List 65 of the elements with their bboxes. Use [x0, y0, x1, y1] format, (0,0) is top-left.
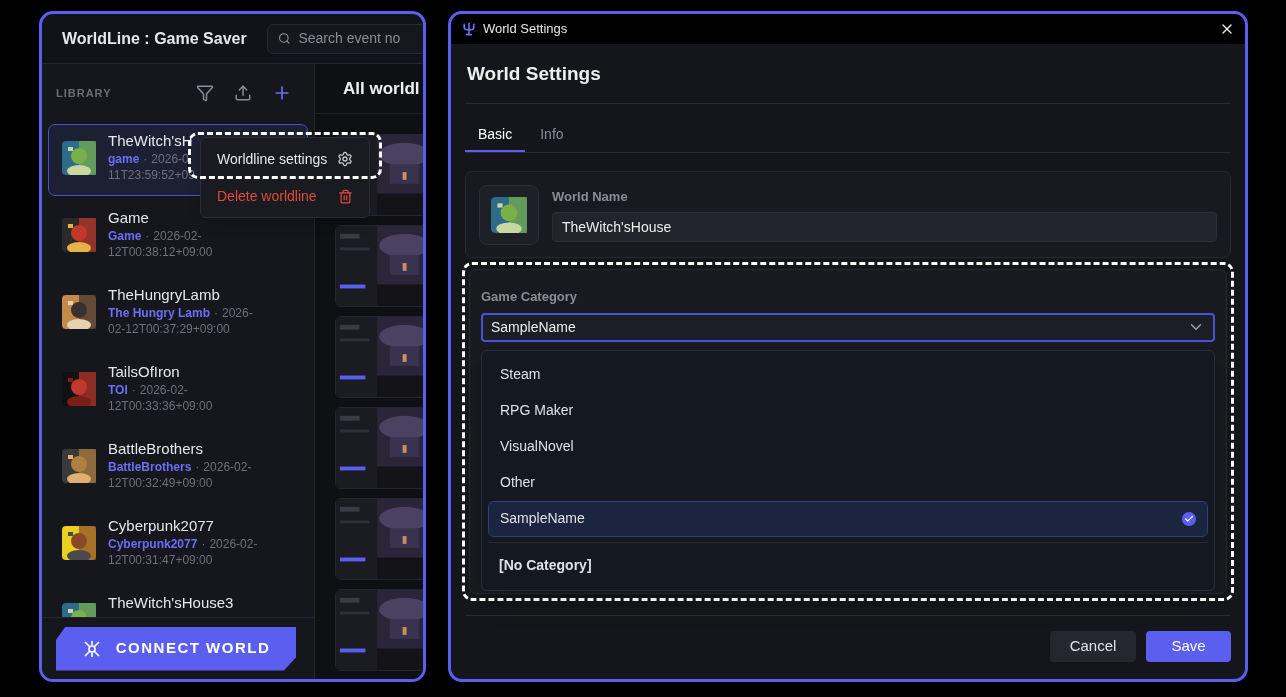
item-date: 2026-02-	[209, 537, 258, 551]
check-icon	[1182, 511, 1196, 526]
separator-dot: ·	[145, 229, 150, 243]
item-tag: BattleBrothers	[108, 460, 192, 474]
network-icon	[81, 638, 102, 659]
item-date: 2026-	[222, 306, 253, 320]
item-tag: game	[108, 152, 140, 166]
separator-dot: ·	[201, 537, 206, 551]
item-tag: Cyberpunk2077	[108, 537, 198, 551]
item-date: 11T23:59:52+09	[108, 167, 195, 183]
world-name-field[interactable]: TheWitch'sHouse	[552, 211, 1217, 242]
content-heading: All worldl	[343, 77, 420, 100]
upload-icon[interactable]	[234, 84, 252, 102]
library-item[interactable]: BattleBrothers BattleBrothers · 2026-02- 12T00:32:49+09:00	[48, 432, 308, 504]
settings-icon	[337, 151, 353, 167]
window-title: World Settings	[483, 20, 568, 39]
dropdown-option[interactable]: SampleName	[488, 500, 1208, 537]
separator-dot: ·	[214, 306, 218, 320]
item-date: 2026-0	[151, 152, 189, 166]
dropdown-option[interactable]: [No Category]	[488, 547, 1208, 584]
item-date: 2026-02-	[153, 229, 202, 243]
dropdown-option[interactable]: VisualNovel	[488, 428, 1208, 465]
dropdown-option[interactable]: Steam	[488, 356, 1208, 393]
library-item[interactable]: TailsOfIron TOI · 2026-02- 12T00:33:36+09:00	[48, 355, 308, 427]
item-title: TheWitch'sH	[108, 131, 194, 151]
item-tag: TOI	[108, 383, 128, 397]
field-label: World Name	[552, 188, 629, 207]
search-icon	[277, 31, 291, 46]
item-date: 12T00:31:47+09:00	[108, 552, 214, 568]
dropdown-option[interactable]: Other	[488, 464, 1208, 501]
item-title: BattleBrothers	[108, 439, 205, 459]
item-title: TailsOfIron	[108, 362, 181, 382]
category-select[interactable]: SampleName	[481, 312, 1215, 342]
app-title: WorldLine : Game Saver	[62, 28, 247, 49]
search-input[interactable]: Search event no	[298, 28, 416, 49]
tab[interactable]: Info	[527, 118, 577, 152]
trident-logo-icon	[461, 21, 477, 37]
dropdown-option[interactable]: RPG Maker	[488, 392, 1208, 429]
library-item[interactable]: Cyberpunk2077 Cyberpunk2077 · 2026-02- 12T00:31:47+09:00	[48, 509, 308, 581]
field-label: Game Category	[481, 288, 579, 306]
filter-icon[interactable]	[196, 84, 214, 102]
separator-dot: ·	[131, 383, 136, 397]
tab[interactable]: Basic	[465, 118, 526, 152]
item-title: TheWitch'sHouse3	[108, 593, 234, 613]
library-item[interactable]: TheHungryLamb The Hungry Lamb · 2026- 02-12T00:37:29+09:00	[48, 278, 308, 350]
search-field[interactable]: Search event no	[266, 23, 423, 54]
item-title: Game	[108, 208, 150, 228]
item-tag: The Hungry Lamb	[108, 306, 210, 320]
trash-icon	[338, 188, 353, 204]
item-tag: Game	[108, 229, 142, 243]
item-title: Cyberpunk2077	[108, 516, 215, 536]
item-title: TheHungryLamb	[108, 285, 221, 305]
save-button[interactable]: Save	[1146, 631, 1231, 662]
item-date: 12T00:32:49+09:00	[108, 475, 214, 491]
dialog-heading: World Settings	[466, 62, 601, 87]
item-date: 02-12T00:37:29+09:00	[108, 321, 231, 337]
item-date: 2026-02-	[139, 383, 188, 397]
separator-dot: ·	[143, 152, 148, 166]
item-date: 12T00:38:12+09:00	[108, 244, 213, 260]
cancel-button[interactable]: Cancel	[1050, 631, 1136, 662]
section-label: LIBRARY	[56, 85, 112, 101]
item-date: 12T00:33:36+09:00	[108, 398, 213, 414]
connect-world-button[interactable]: CONNECT WORLD	[56, 626, 296, 671]
item-date: 2026-02-	[203, 460, 252, 474]
separator-dot: ·	[195, 460, 200, 474]
